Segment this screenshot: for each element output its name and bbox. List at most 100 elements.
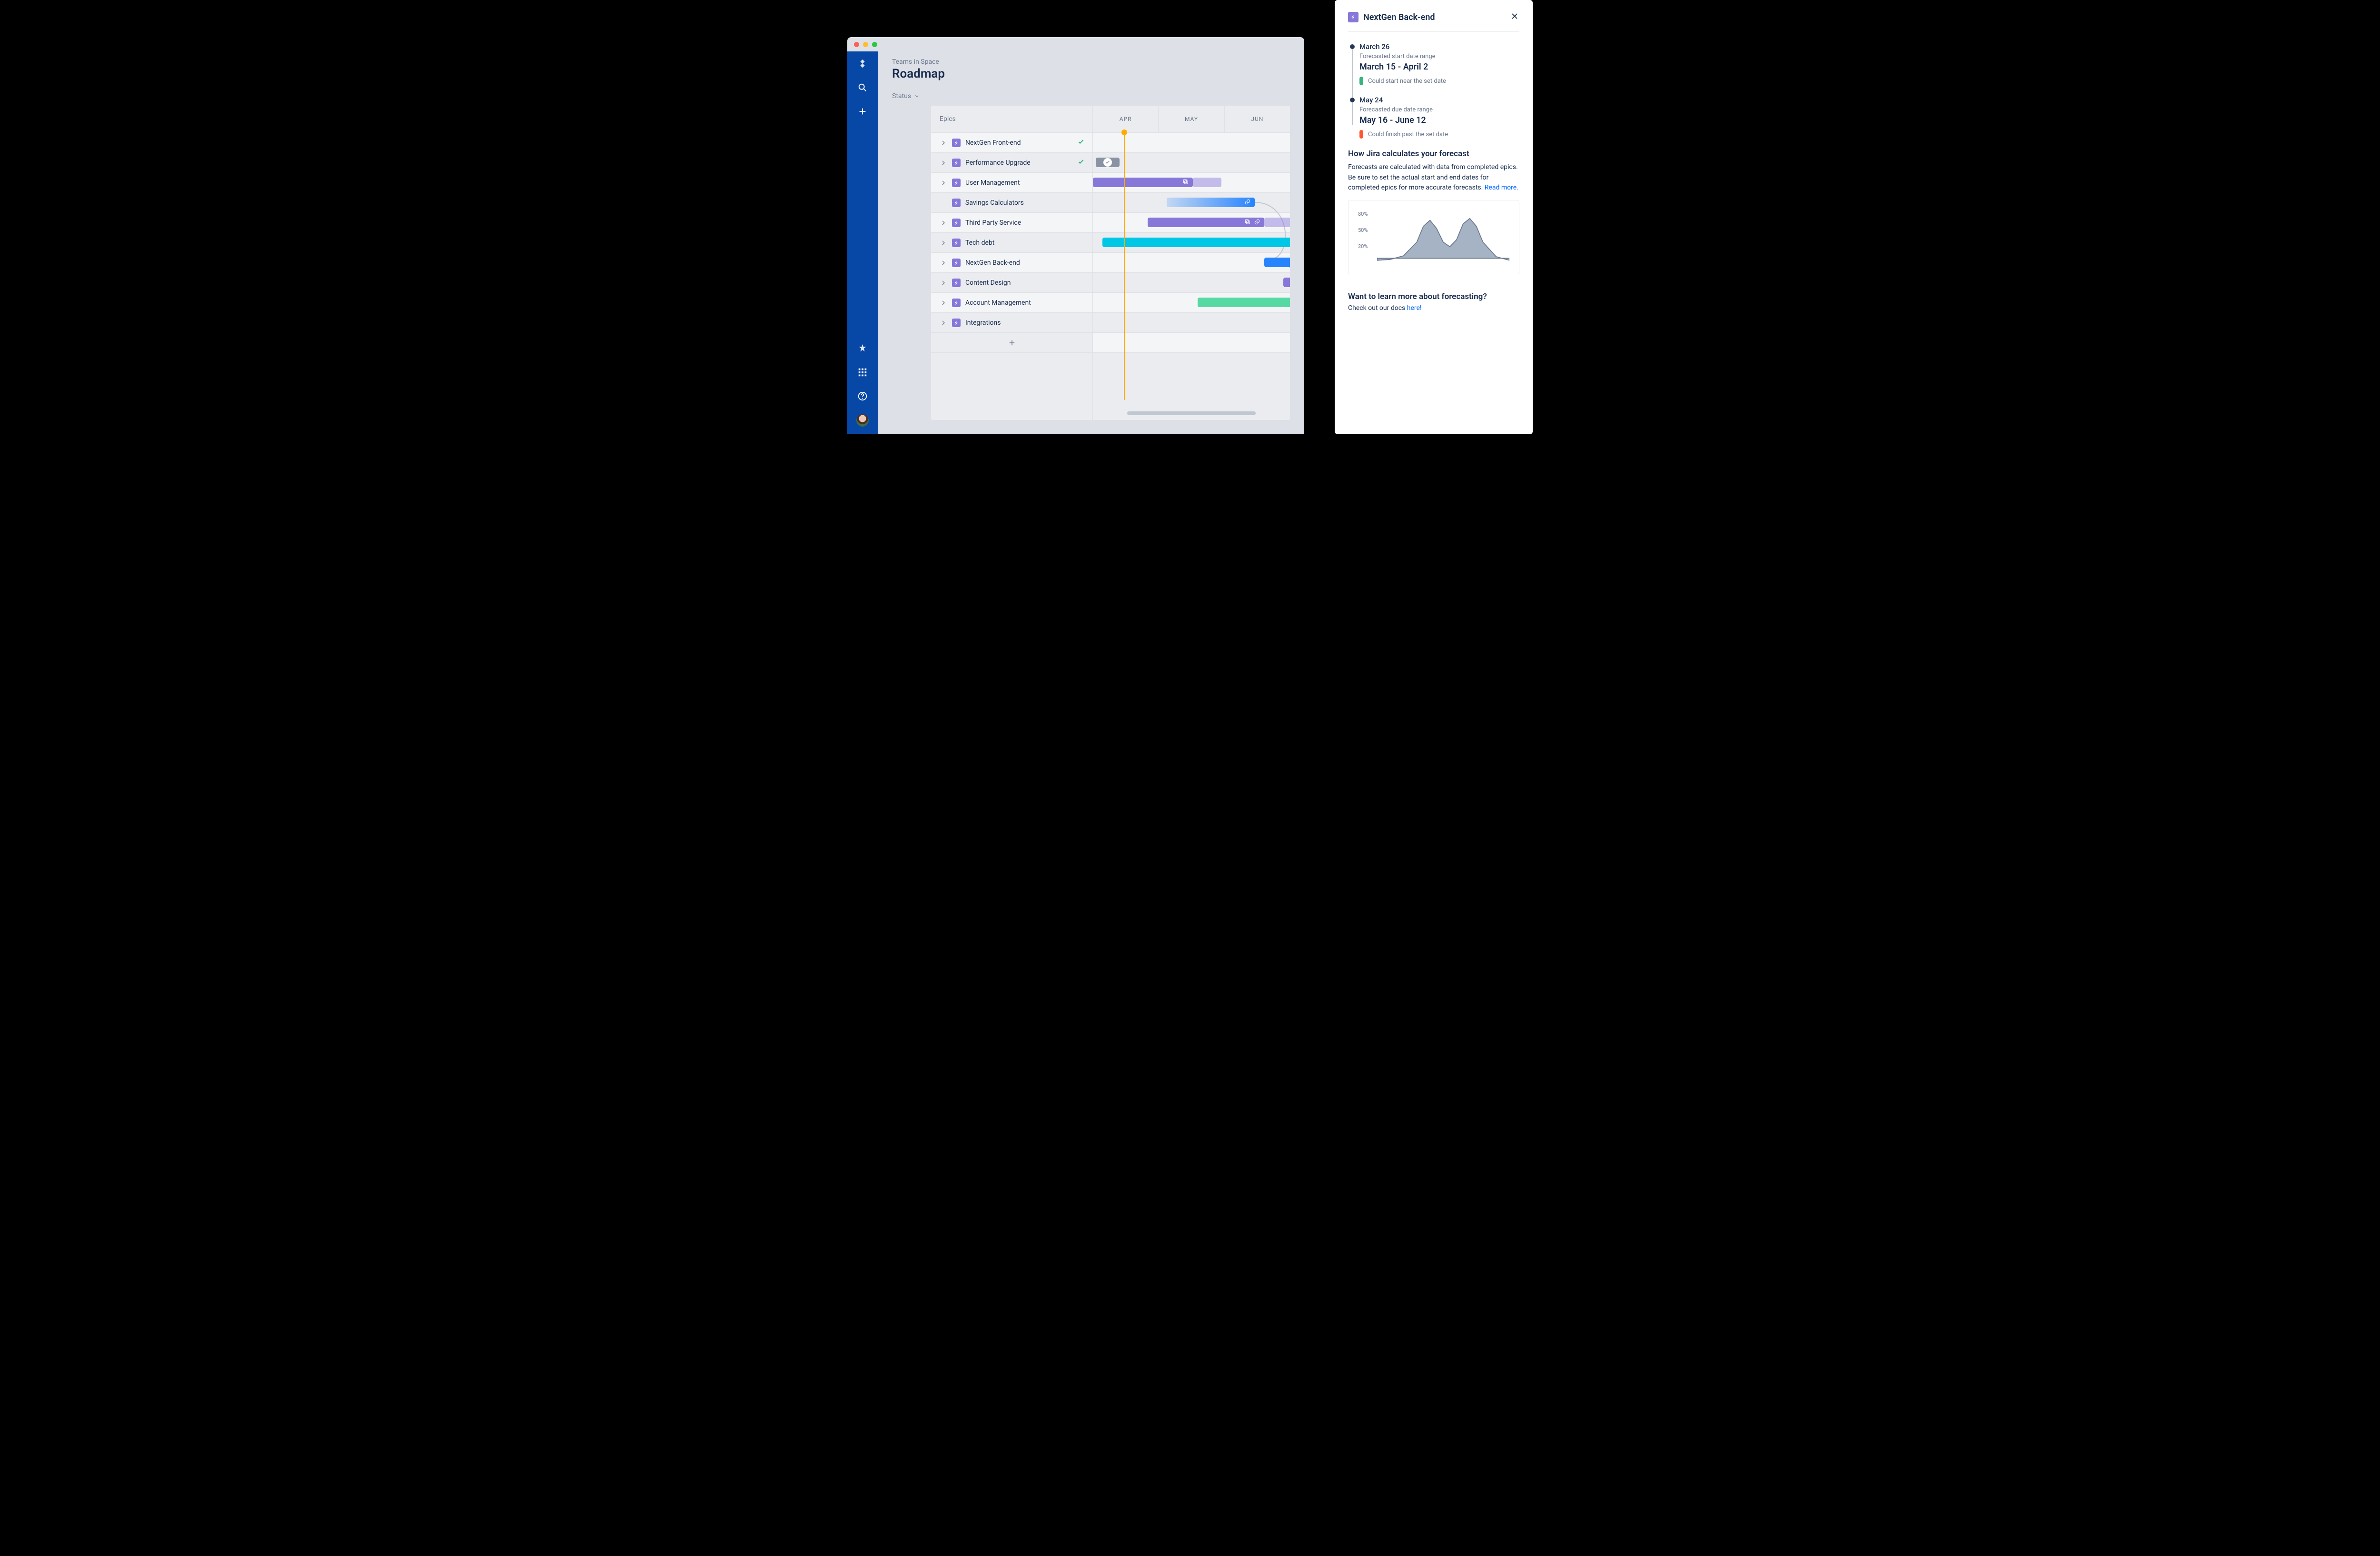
horizontal-scrollbar[interactable] xyxy=(1127,411,1256,415)
epic-label: Tech debt xyxy=(965,239,1087,247)
help-icon[interactable] xyxy=(857,390,868,402)
status-pill-green xyxy=(1359,77,1363,85)
epic-row[interactable]: Third Party Service xyxy=(931,212,1092,232)
how-forecast-body: Forecasts are calculated with data from … xyxy=(1348,162,1519,193)
page-title: Roadmap xyxy=(892,67,1290,81)
epic-chip-icon xyxy=(952,139,961,147)
epic-chip-icon xyxy=(952,159,961,167)
bar-content-design-solid[interactable] xyxy=(1283,278,1290,287)
epic-label: Content Design xyxy=(965,279,1087,287)
left-rail xyxy=(847,51,878,434)
due-note: Could finish past the set date xyxy=(1368,131,1448,138)
status-filter[interactable]: Status xyxy=(892,92,920,100)
forecast-distribution-chart: 80% 50% 20% xyxy=(1348,200,1519,274)
panel-title: NextGen Back-end xyxy=(1363,12,1505,22)
breadcrumb[interactable]: Teams in Space xyxy=(892,58,1290,66)
epic-chip-icon xyxy=(952,319,961,327)
epic-chip-icon xyxy=(1348,12,1359,22)
bar-third-party-service-solid[interactable] xyxy=(1148,218,1264,227)
window-close-icon[interactable] xyxy=(854,42,859,47)
epic-label: Performance Upgrade xyxy=(965,159,1072,167)
search-icon[interactable] xyxy=(857,82,868,93)
epic-chip-icon xyxy=(952,259,961,267)
app-window: Teams in Space Roadmap Status Epics Next… xyxy=(847,37,1304,434)
epic-label: Account Management xyxy=(965,299,1087,307)
due-sub: Forecasted due date range xyxy=(1359,106,1519,113)
create-icon[interactable] xyxy=(857,106,868,117)
epic-label: Third Party Service xyxy=(965,219,1087,227)
expand-chevron-icon[interactable] xyxy=(940,279,947,287)
epic-label: Integrations xyxy=(965,319,1087,327)
epic-row[interactable]: Content Design xyxy=(931,272,1092,292)
learn-body-text: Check out our docs xyxy=(1348,304,1407,312)
docs-link[interactable]: here! xyxy=(1407,304,1422,312)
page-header: Teams in Space Roadmap xyxy=(878,51,1304,85)
expand-chevron-icon[interactable] xyxy=(940,219,947,227)
bar-user-management-forecast[interactable] xyxy=(1193,178,1221,187)
epic-chip-icon xyxy=(952,219,961,227)
epic-row[interactable]: Integrations xyxy=(931,312,1092,332)
status-pill-red xyxy=(1359,130,1363,139)
epic-chip-icon xyxy=(952,199,961,207)
bar-third-party-service-forecast[interactable] xyxy=(1264,218,1290,227)
expand-chevron-icon[interactable] xyxy=(940,319,947,327)
bar-performance-upgrade[interactable] xyxy=(1096,158,1120,167)
bar-tech-debt[interactable] xyxy=(1102,238,1290,247)
bar-nextgen-backend[interactable] xyxy=(1264,258,1290,267)
app-switcher-icon[interactable] xyxy=(857,367,868,378)
spacer-row xyxy=(931,352,1092,372)
epic-row[interactable]: Savings Calculators xyxy=(931,192,1092,212)
month-header: APR MAY JUN xyxy=(1093,106,1290,132)
bar-user-management-solid[interactable] xyxy=(1093,178,1193,187)
expand-chevron-icon[interactable] xyxy=(940,139,947,147)
distribution-svg xyxy=(1377,209,1509,266)
epics-header: Epics xyxy=(931,106,1092,132)
done-check-icon xyxy=(1077,138,1085,148)
start-sub: Forecasted start date range xyxy=(1359,53,1519,60)
timeline-row xyxy=(1093,352,1290,372)
link-icon xyxy=(1244,198,1251,207)
start-date: March 26 xyxy=(1359,42,1519,51)
due-range: May 16 - June 12 xyxy=(1359,115,1519,125)
bar-savings-calculators[interactable] xyxy=(1167,198,1255,207)
window-maximize-icon[interactable] xyxy=(872,42,877,47)
forecast-due-node: May 24 Forecasted due date range May 16 … xyxy=(1359,96,1519,139)
expand-chevron-icon[interactable] xyxy=(940,299,947,307)
expand-chevron-icon[interactable] xyxy=(940,159,947,167)
forecast-start-node: March 26 Forecasted start date range Mar… xyxy=(1359,42,1519,85)
ytick-50: 50% xyxy=(1358,227,1368,233)
add-epic-button[interactable] xyxy=(931,332,1092,352)
ytick-20: 20% xyxy=(1358,243,1368,249)
user-avatar[interactable] xyxy=(856,414,869,427)
expand-chevron-icon[interactable] xyxy=(940,239,947,247)
chevron-down-icon xyxy=(914,93,920,99)
read-more-link[interactable]: Read more. xyxy=(1485,184,1518,191)
notifications-icon[interactable] xyxy=(857,343,868,354)
epic-chip-icon xyxy=(952,179,961,187)
epic-row[interactable]: User Management xyxy=(931,172,1092,192)
timeline[interactable]: APR MAY JUN xyxy=(1093,106,1290,420)
window-titlebar xyxy=(847,37,1304,51)
epic-row[interactable]: Tech debt xyxy=(931,232,1092,252)
window-minimize-icon[interactable] xyxy=(863,42,868,47)
month-apr: APR xyxy=(1093,106,1158,132)
epic-label: NextGen Back-end xyxy=(965,259,1087,267)
epic-row[interactable]: NextGen Front-end xyxy=(931,132,1092,152)
epic-row[interactable]: NextGen Back-end xyxy=(931,252,1092,272)
timeline-row xyxy=(1093,132,1290,152)
epics-column: Epics NextGen Front-end Performance Upgra… xyxy=(931,106,1093,420)
epic-row[interactable]: Account Management xyxy=(931,292,1092,312)
month-may: MAY xyxy=(1158,106,1224,132)
bar-account-management[interactable] xyxy=(1198,298,1290,307)
epic-row[interactable]: Performance Upgrade xyxy=(931,152,1092,172)
copy-icon xyxy=(1182,178,1189,187)
expand-chevron-icon[interactable] xyxy=(940,179,947,187)
expand-chevron-icon[interactable] xyxy=(940,259,947,267)
close-panel-button[interactable] xyxy=(1510,11,1519,23)
jira-logo-icon[interactable] xyxy=(857,58,868,70)
how-forecast-heading: How Jira calculates your forecast xyxy=(1348,149,1519,159)
epic-label: NextGen Front-end xyxy=(965,139,1072,147)
link-icon xyxy=(1254,218,1260,227)
due-date: May 24 xyxy=(1359,96,1519,104)
epic-label: User Management xyxy=(965,179,1087,187)
